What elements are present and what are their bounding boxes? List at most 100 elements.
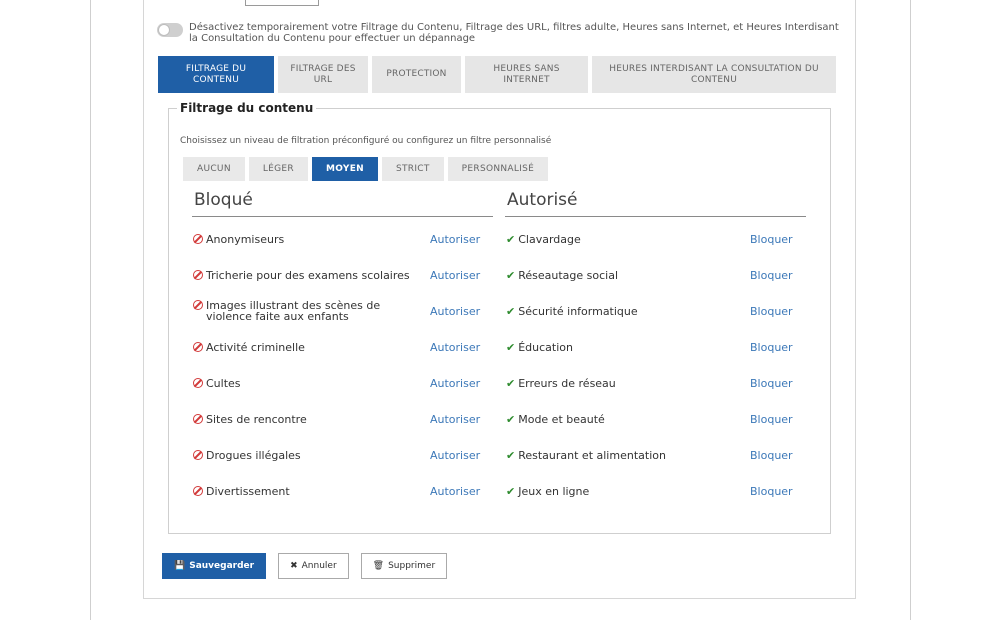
check-icon: ✔: [506, 484, 516, 498]
blocked-heading: Bloqué: [194, 190, 253, 210]
category-row: Tricherie pour des examens scolaires Auto…: [180, 257, 820, 293]
tab-protection[interactable]: Protection: [372, 56, 461, 93]
blocked-category: Sites de rencontre: [193, 401, 418, 437]
blocked-category-label: Drogues illégales: [206, 448, 301, 462]
blocked-icon: [193, 341, 203, 352]
blocked-category-content: Divertissement: [193, 484, 290, 498]
allowed-heading: Autorisé: [507, 190, 578, 210]
form-actions: 💾 Sauvegarder ✖ Annuler 🗑 Supprimer: [162, 553, 448, 579]
block-category-link[interactable]: Bloquer: [750, 473, 800, 509]
category-row: Drogues illégales Autoriser ✔ Restaurant et…: [180, 437, 820, 473]
blocked-icon: [193, 269, 203, 280]
level-medium-button[interactable]: MOYEN: [311, 157, 378, 181]
blocked-category-label: Anonymiseurs: [206, 232, 285, 246]
allowed-category: ✔ Réseautage social: [506, 257, 736, 293]
allowed-category: ✔ Éducation: [506, 329, 736, 365]
allowed-category: ✔ Mode et beauté: [506, 401, 736, 437]
block-category-link[interactable]: Bloquer: [750, 293, 800, 329]
blocked-category-content: Images illustrant des scènes de violence…: [193, 300, 418, 322]
troubleshoot-row: Désactivez temporairement votre Filtrage…: [157, 22, 847, 44]
delete-button[interactable]: 🗑 Supprimer: [360, 553, 448, 579]
blocked-icon: [193, 413, 203, 424]
level-none-button[interactable]: AUCUN: [183, 157, 245, 181]
blocked-category-content: Activité criminelle: [193, 340, 305, 354]
blocked-category-label: Divertissement: [206, 484, 290, 498]
category-list[interactable]: Anonymiseurs Autoriser ✔ Clavardage Bloquer T…: [180, 221, 820, 524]
save-button[interactable]: 💾 Sauvegarder: [162, 553, 267, 579]
check-icon: ✔: [506, 412, 516, 426]
check-icon: ✔: [506, 232, 516, 246]
filter-levels: AUCUN LÉGER MOYEN STRICT PERSONNALISÉ: [183, 157, 549, 181]
allowed-category-label: Réseautage social: [518, 268, 619, 282]
allowed-category: ✔ Jeux en ligne: [506, 473, 736, 509]
category-row: Divertissement Autoriser ✔ Jeux en ligne Blo…: [180, 473, 820, 509]
toggle-knob: [158, 24, 170, 36]
allowed-category-label: Restaurant et alimentation: [518, 448, 666, 462]
previous-control-edge: [245, 0, 319, 6]
cancel-button[interactable]: ✖ Annuler: [278, 553, 349, 579]
blocked-icon: [193, 377, 203, 388]
check-icon: ✔: [506, 340, 516, 354]
level-strict-button[interactable]: STRICT: [381, 157, 444, 181]
block-category-link[interactable]: Bloquer: [750, 401, 800, 437]
blocked-category-label: Activité criminelle: [206, 340, 305, 354]
tab-url-filtering[interactable]: Filtrage des URL: [278, 56, 368, 93]
blocked-category: Anonymiseurs: [193, 221, 418, 257]
level-light-button[interactable]: LÉGER: [248, 157, 308, 181]
blocked-category-label: Tricherie pour des examens scolaires: [206, 268, 410, 282]
tab-content-blocking-hours[interactable]: Heures interdisant la consultation du co…: [592, 56, 836, 93]
allow-category-link[interactable]: Autoriser: [430, 329, 490, 365]
block-category-link[interactable]: Bloquer: [750, 437, 800, 473]
allowed-category-label: Jeux en ligne: [518, 484, 590, 498]
delete-button-label: Supprimer: [388, 561, 436, 571]
category-row: Anonymiseurs Autoriser ✔ Clavardage Bloquer: [180, 221, 820, 257]
allow-category-link[interactable]: Autoriser: [430, 293, 490, 329]
level-custom-button[interactable]: PERSONNALISÉ: [447, 157, 549, 181]
troubleshoot-toggle[interactable]: [157, 23, 183, 37]
blocked-icon: [193, 449, 203, 460]
allowed-category-label: Sécurité informatique: [518, 304, 638, 318]
content-filter-legend: Filtrage du contenu: [180, 101, 314, 115]
blocked-category-content: Tricherie pour des examens scolaires: [193, 268, 410, 282]
category-row: Cultes Autoriser ✔ Erreurs de réseau Bloquer: [180, 365, 820, 401]
tab-internet-free-hours[interactable]: Heures sans Internet: [465, 56, 588, 93]
blocked-category: Activité criminelle: [193, 329, 418, 365]
blocked-icon: [193, 233, 203, 244]
allow-category-link[interactable]: Autoriser: [430, 257, 490, 293]
close-icon: ✖: [290, 561, 298, 571]
category-row: Images illustrant des scènes de violence…: [180, 293, 820, 329]
page-border-left: [90, 0, 91, 620]
block-category-link[interactable]: Bloquer: [750, 365, 800, 401]
category-row: Activité criminelle Autoriser ✔ Éducation Bl…: [180, 329, 820, 365]
filter-instruction: Choisissez un niveau de filtration préco…: [180, 136, 552, 146]
blocked-category-label: Cultes: [206, 376, 241, 390]
blocked-divider: [192, 216, 493, 217]
troubleshoot-notice: Désactivez temporairement votre Filtrage…: [189, 22, 839, 44]
blocked-category: Cultes: [193, 365, 418, 401]
blocked-category-label: Sites de rencontre: [206, 412, 307, 426]
page-border-right: [910, 0, 911, 620]
allow-category-link[interactable]: Autoriser: [430, 221, 490, 257]
blocked-category-content: Cultes: [193, 376, 241, 390]
allow-category-link[interactable]: Autoriser: [430, 437, 490, 473]
blocked-category: Divertissement: [193, 473, 418, 509]
check-icon: ✔: [506, 448, 516, 462]
allow-category-link[interactable]: Autoriser: [430, 401, 490, 437]
blocked-icon: [193, 300, 203, 310]
block-category-link[interactable]: Bloquer: [750, 221, 800, 257]
check-icon: ✔: [506, 376, 516, 390]
check-icon: ✔: [506, 268, 516, 282]
allow-category-link[interactable]: Autoriser: [430, 473, 490, 509]
category-row: Sites de rencontre Autoriser ✔ Mode et beau…: [180, 401, 820, 437]
filter-tabs: Filtrage du contenu Filtrage des URL Pro…: [158, 56, 836, 93]
cancel-button-label: Annuler: [301, 561, 337, 571]
block-category-link[interactable]: Bloquer: [750, 257, 800, 293]
allow-category-link[interactable]: Autoriser: [430, 365, 490, 401]
blocked-category: Drogues illégales: [193, 437, 418, 473]
block-category-link[interactable]: Bloquer: [750, 329, 800, 365]
allowed-divider: [505, 216, 806, 217]
blocked-category: Tricherie pour des examens scolaires: [193, 257, 418, 293]
tab-content-filtering[interactable]: Filtrage du contenu: [158, 56, 274, 93]
blocked-category-content: Drogues illégales: [193, 448, 301, 462]
blocked-category: Images illustrant des scènes de violence…: [193, 293, 418, 329]
